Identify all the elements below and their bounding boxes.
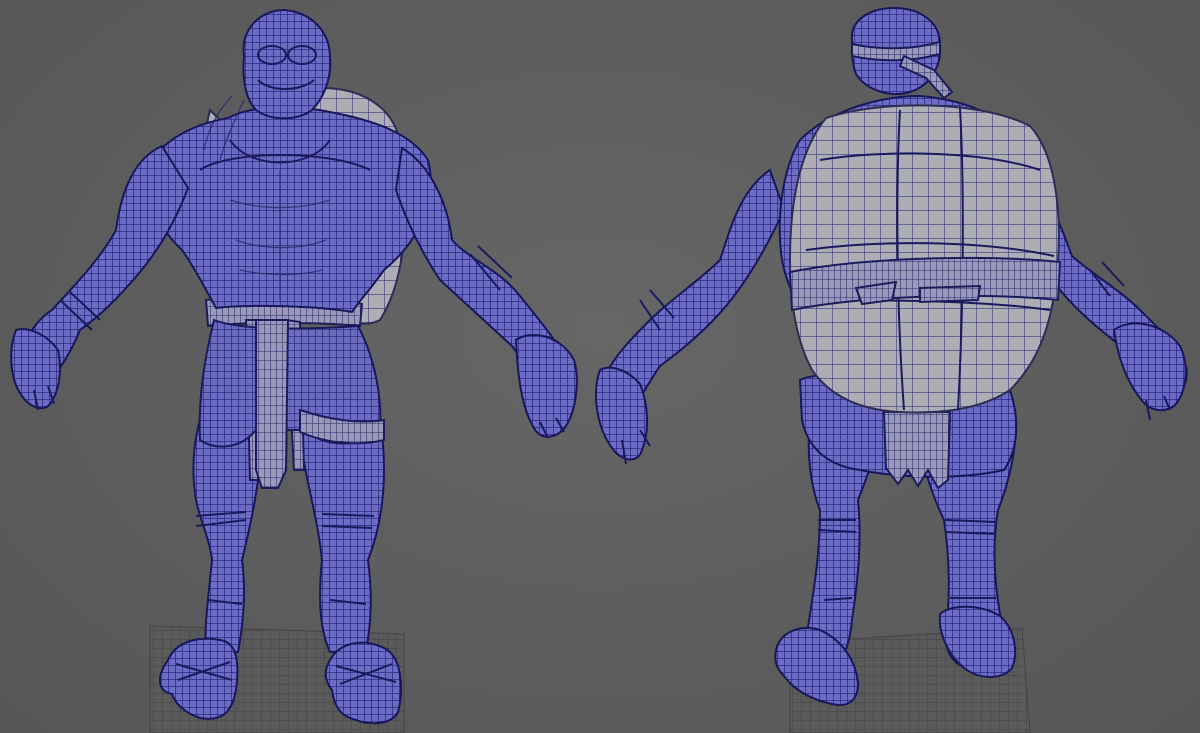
turtle-model-back[interactable] xyxy=(595,6,1188,706)
3d-viewport[interactable] xyxy=(0,0,1200,733)
turtle-model-front[interactable] xyxy=(10,8,578,725)
wireframe-scene[interactable] xyxy=(0,0,1200,733)
